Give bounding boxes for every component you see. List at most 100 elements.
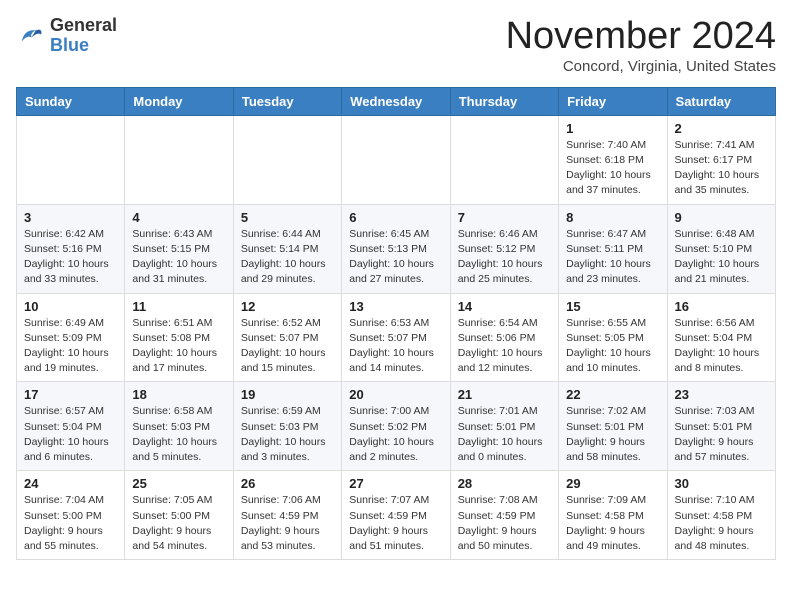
title-block: November 2024 Concord, Virginia, United … xyxy=(506,16,776,75)
location-subtitle: Concord, Virginia, United States xyxy=(506,58,776,75)
day-info: Sunrise: 7:07 AM Sunset: 4:59 PM Dayligh… xyxy=(349,493,442,554)
day-number: 11 xyxy=(132,299,225,314)
day-info: Sunrise: 6:55 AM Sunset: 5:05 PM Dayligh… xyxy=(566,316,659,377)
day-info: Sunrise: 6:51 AM Sunset: 5:08 PM Dayligh… xyxy=(132,316,225,377)
day-info: Sunrise: 7:05 AM Sunset: 5:00 PM Dayligh… xyxy=(132,493,225,554)
calendar-cell: 19 Sunrise: 6:59 AM Sunset: 5:03 PM Dayli… xyxy=(233,382,341,471)
day-number: 14 xyxy=(458,299,551,314)
day-info: Sunrise: 7:04 AM Sunset: 5:00 PM Dayligh… xyxy=(24,493,117,554)
day-info: Sunrise: 6:54 AM Sunset: 5:06 PM Dayligh… xyxy=(458,316,551,377)
calendar-cell xyxy=(17,115,125,204)
day-number: 9 xyxy=(675,210,768,225)
day-number: 19 xyxy=(241,387,334,402)
day-number: 27 xyxy=(349,476,442,491)
day-number: 30 xyxy=(675,476,768,491)
weekday-header-row: SundayMondayTuesdayWednesdayThursdayFrid… xyxy=(17,87,776,115)
calendar-cell xyxy=(125,115,233,204)
calendar-cell: 11 Sunrise: 6:51 AM Sunset: 5:08 PM Dayli… xyxy=(125,293,233,382)
weekday-header-friday: Friday xyxy=(559,87,667,115)
calendar-cell: 17 Sunrise: 6:57 AM Sunset: 5:04 PM Dayli… xyxy=(17,382,125,471)
day-number: 7 xyxy=(458,210,551,225)
day-info: Sunrise: 6:42 AM Sunset: 5:16 PM Dayligh… xyxy=(24,227,117,288)
calendar-week-2: 3 Sunrise: 6:42 AM Sunset: 5:16 PM Daylig… xyxy=(17,204,776,293)
day-number: 3 xyxy=(24,210,117,225)
day-number: 16 xyxy=(675,299,768,314)
day-info: Sunrise: 6:59 AM Sunset: 5:03 PM Dayligh… xyxy=(241,404,334,465)
day-number: 5 xyxy=(241,210,334,225)
calendar-cell: 22 Sunrise: 7:02 AM Sunset: 5:01 PM Dayli… xyxy=(559,382,667,471)
calendar-cell: 4 Sunrise: 6:43 AM Sunset: 5:15 PM Daylig… xyxy=(125,204,233,293)
calendar-cell: 26Sunrise: 7:06 AM Sunset: 4:59 PM Dayli… xyxy=(233,471,341,560)
calendar-cell: 1Sunrise: 7:40 AM Sunset: 6:18 PM Daylig… xyxy=(559,115,667,204)
calendar-week-4: 17 Sunrise: 6:57 AM Sunset: 5:04 PM Dayli… xyxy=(17,382,776,471)
calendar-cell xyxy=(233,115,341,204)
month-title: November 2024 xyxy=(506,16,776,58)
day-number: 24 xyxy=(24,476,117,491)
calendar-cell: 3 Sunrise: 6:42 AM Sunset: 5:16 PM Daylig… xyxy=(17,204,125,293)
calendar-cell: 21Sunrise: 7:01 AM Sunset: 5:01 PM Dayli… xyxy=(450,382,558,471)
day-info: Sunrise: 6:45 AM Sunset: 5:13 PM Dayligh… xyxy=(349,227,442,288)
day-number: 22 xyxy=(566,387,659,402)
day-info: Sunrise: 7:01 AM Sunset: 5:01 PM Dayligh… xyxy=(458,404,551,465)
day-info: Sunrise: 6:58 AM Sunset: 5:03 PM Dayligh… xyxy=(132,404,225,465)
calendar-cell: 12Sunrise: 6:52 AM Sunset: 5:07 PM Dayli… xyxy=(233,293,341,382)
day-info: Sunrise: 7:00 AM Sunset: 5:02 PM Dayligh… xyxy=(349,404,442,465)
day-number: 4 xyxy=(132,210,225,225)
calendar-cell: 25 Sunrise: 7:05 AM Sunset: 5:00 PM Dayli… xyxy=(125,471,233,560)
day-info: Sunrise: 7:08 AM Sunset: 4:59 PM Dayligh… xyxy=(458,493,551,554)
day-info: Sunrise: 7:02 AM Sunset: 5:01 PM Dayligh… xyxy=(566,404,659,465)
calendar-cell: 2Sunrise: 7:41 AM Sunset: 6:17 PM Daylig… xyxy=(667,115,775,204)
day-number: 13 xyxy=(349,299,442,314)
weekday-header-saturday: Saturday xyxy=(667,87,775,115)
day-info: Sunrise: 7:09 AM Sunset: 4:58 PM Dayligh… xyxy=(566,493,659,554)
day-number: 28 xyxy=(458,476,551,491)
day-info: Sunrise: 6:49 AM Sunset: 5:09 PM Dayligh… xyxy=(24,316,117,377)
calendar-cell xyxy=(342,115,450,204)
day-info: Sunrise: 6:56 AM Sunset: 5:04 PM Dayligh… xyxy=(675,316,768,377)
day-info: Sunrise: 6:53 AM Sunset: 5:07 PM Dayligh… xyxy=(349,316,442,377)
day-number: 29 xyxy=(566,476,659,491)
calendar-cell: 18 Sunrise: 6:58 AM Sunset: 5:03 PM Dayli… xyxy=(125,382,233,471)
day-info: Sunrise: 7:40 AM Sunset: 6:18 PM Dayligh… xyxy=(566,138,659,199)
day-info: Sunrise: 7:10 AM Sunset: 4:58 PM Dayligh… xyxy=(675,493,768,554)
day-info: Sunrise: 7:06 AM Sunset: 4:59 PM Dayligh… xyxy=(241,493,334,554)
calendar-cell: 27 Sunrise: 7:07 AM Sunset: 4:59 PM Dayli… xyxy=(342,471,450,560)
day-number: 25 xyxy=(132,476,225,491)
day-number: 23 xyxy=(675,387,768,402)
weekday-header-monday: Monday xyxy=(125,87,233,115)
calendar-table: SundayMondayTuesdayWednesdayThursdayFrid… xyxy=(16,87,776,560)
weekday-header-wednesday: Wednesday xyxy=(342,87,450,115)
day-info: Sunrise: 6:47 AM Sunset: 5:11 PM Dayligh… xyxy=(566,227,659,288)
logo-bird-icon xyxy=(16,22,44,50)
calendar-cell xyxy=(450,115,558,204)
logo-text: General Blue xyxy=(50,16,117,56)
day-info: Sunrise: 6:43 AM Sunset: 5:15 PM Dayligh… xyxy=(132,227,225,288)
calendar-cell: 14 Sunrise: 6:54 AM Sunset: 5:06 PM Dayli… xyxy=(450,293,558,382)
day-info: Sunrise: 7:03 AM Sunset: 5:01 PM Dayligh… xyxy=(675,404,768,465)
weekday-header-sunday: Sunday xyxy=(17,87,125,115)
calendar-cell: 7 Sunrise: 6:46 AM Sunset: 5:12 PM Daylig… xyxy=(450,204,558,293)
calendar-cell: 23 Sunrise: 7:03 AM Sunset: 5:01 PM Dayli… xyxy=(667,382,775,471)
day-number: 17 xyxy=(24,387,117,402)
day-number: 18 xyxy=(132,387,225,402)
day-number: 20 xyxy=(349,387,442,402)
page-header: General Blue November 2024 Concord, Virg… xyxy=(16,16,776,75)
logo: General Blue xyxy=(16,16,117,56)
calendar-week-1: 1Sunrise: 7:40 AM Sunset: 6:18 PM Daylig… xyxy=(17,115,776,204)
day-number: 15 xyxy=(566,299,659,314)
calendar-cell: 30 Sunrise: 7:10 AM Sunset: 4:58 PM Dayli… xyxy=(667,471,775,560)
day-number: 8 xyxy=(566,210,659,225)
calendar-cell: 16 Sunrise: 6:56 AM Sunset: 5:04 PM Dayli… xyxy=(667,293,775,382)
calendar-cell: 13 Sunrise: 6:53 AM Sunset: 5:07 PM Dayli… xyxy=(342,293,450,382)
calendar-cell: 15 Sunrise: 6:55 AM Sunset: 5:05 PM Dayli… xyxy=(559,293,667,382)
weekday-header-tuesday: Tuesday xyxy=(233,87,341,115)
day-info: Sunrise: 6:57 AM Sunset: 5:04 PM Dayligh… xyxy=(24,404,117,465)
calendar-week-3: 10 Sunrise: 6:49 AM Sunset: 5:09 PM Dayli… xyxy=(17,293,776,382)
calendar-cell: 10 Sunrise: 6:49 AM Sunset: 5:09 PM Dayli… xyxy=(17,293,125,382)
weekday-header-thursday: Thursday xyxy=(450,87,558,115)
calendar-cell: 9Sunrise: 6:48 AM Sunset: 5:10 PM Daylig… xyxy=(667,204,775,293)
calendar-cell: 6Sunrise: 6:45 AM Sunset: 5:13 PM Daylig… xyxy=(342,204,450,293)
day-info: Sunrise: 6:46 AM Sunset: 5:12 PM Dayligh… xyxy=(458,227,551,288)
day-info: Sunrise: 6:44 AM Sunset: 5:14 PM Dayligh… xyxy=(241,227,334,288)
day-number: 10 xyxy=(24,299,117,314)
